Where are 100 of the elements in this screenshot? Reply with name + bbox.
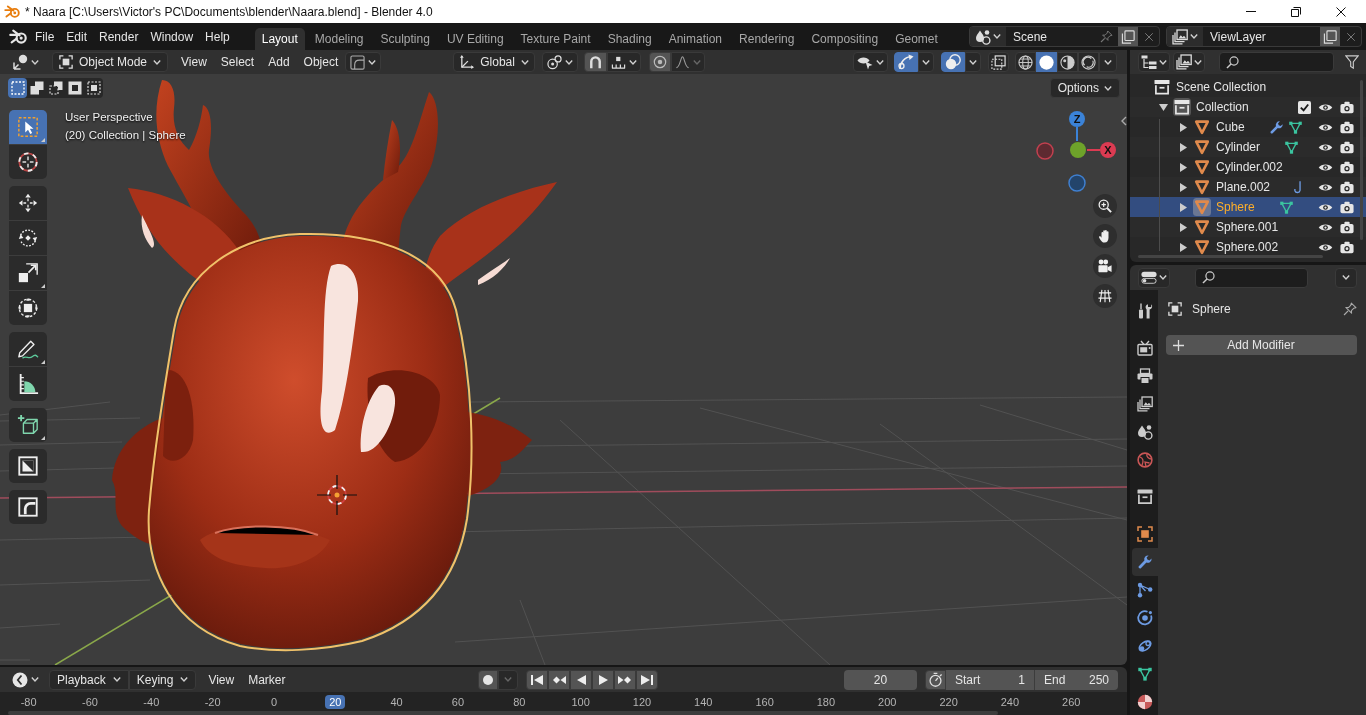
menu-item[interactable]: Window bbox=[144, 26, 200, 47]
ortho-toggle-button[interactable] bbox=[1093, 284, 1117, 308]
expand-arrow-icon[interactable] bbox=[1179, 162, 1187, 172]
workspace-tab[interactable]: Sculpting bbox=[373, 28, 437, 50]
preview-range-toggle[interactable] bbox=[925, 669, 946, 690]
filter-button[interactable] bbox=[1344, 52, 1360, 72]
gizmo-toggle[interactable] bbox=[894, 52, 918, 72]
workspace-tab[interactable]: Texture Paint bbox=[513, 28, 598, 50]
menu-item[interactable]: Render bbox=[93, 26, 145, 47]
hook-icon[interactable] bbox=[1294, 179, 1303, 195]
playback-button[interactable] bbox=[570, 669, 593, 690]
expand-arrow-icon[interactable] bbox=[1179, 222, 1187, 232]
mode-dropdown[interactable]: Object Mode bbox=[52, 52, 169, 72]
camera-icon[interactable] bbox=[1340, 140, 1354, 154]
tool-button[interactable] bbox=[9, 367, 47, 401]
menu-dropdown[interactable]: Keying bbox=[128, 669, 197, 690]
filter-dropdown[interactable] bbox=[1173, 52, 1205, 72]
camera-icon[interactable] bbox=[1340, 240, 1354, 254]
tool-button[interactable] bbox=[9, 221, 47, 255]
expand-arrow-icon[interactable] bbox=[1158, 103, 1168, 111]
shading-button[interactable] bbox=[1057, 52, 1078, 72]
start-frame-field[interactable]: Start 1 bbox=[946, 669, 1034, 690]
tool-button[interactable] bbox=[9, 256, 47, 290]
pin-icon[interactable] bbox=[1343, 302, 1357, 316]
negative-x-axis-handle[interactable] bbox=[1036, 142, 1054, 160]
search-field[interactable] bbox=[1219, 52, 1334, 72]
y-axis-handle[interactable] bbox=[1070, 142, 1086, 158]
menu-dropdown[interactable]: Playback bbox=[49, 669, 129, 690]
auto-keying-toggle[interactable] bbox=[478, 669, 499, 690]
shading-button[interactable] bbox=[1015, 52, 1036, 72]
tool-button[interactable] bbox=[9, 145, 47, 179]
menu-item[interactable]: View bbox=[201, 669, 242, 690]
current-frame-badge[interactable]: 20 bbox=[325, 695, 346, 709]
camera-icon[interactable] bbox=[1340, 220, 1354, 234]
tool-button[interactable] bbox=[9, 332, 47, 366]
options-dropdown[interactable]: Options bbox=[1049, 78, 1120, 98]
camera-icon[interactable] bbox=[1340, 180, 1354, 194]
workspace-tab[interactable]: UV Editing bbox=[439, 28, 511, 50]
menu-item[interactable]: Object bbox=[296, 52, 346, 72]
chevron-left-icon[interactable] bbox=[1121, 116, 1127, 126]
camera-icon[interactable] bbox=[1340, 160, 1354, 174]
current-frame-field[interactable]: 20 bbox=[844, 669, 917, 690]
camera-view-button[interactable] bbox=[1093, 254, 1117, 278]
mesh-triangle-icon[interactable] bbox=[1287, 119, 1303, 135]
select-mode-button[interactable] bbox=[8, 78, 27, 98]
overlay-toggle[interactable] bbox=[941, 52, 965, 72]
playback-button[interactable] bbox=[592, 669, 615, 690]
negative-z-axis-handle[interactable] bbox=[1068, 174, 1086, 192]
gizmo-dropdown[interactable] bbox=[918, 52, 934, 72]
checkbox-icon[interactable] bbox=[1298, 100, 1311, 114]
xray-toggle[interactable] bbox=[988, 52, 1009, 72]
workspace-tab[interactable]: Geomet bbox=[888, 28, 945, 50]
shading-button[interactable] bbox=[1036, 52, 1057, 72]
pan-button[interactable] bbox=[1093, 224, 1117, 248]
expand-arrow-icon[interactable] bbox=[1179, 242, 1187, 252]
workspace-tab[interactable]: Shading bbox=[600, 28, 659, 50]
camera-icon[interactable] bbox=[1340, 200, 1354, 214]
menu-item[interactable]: View bbox=[174, 52, 214, 72]
workspace-tab[interactable]: Rendering bbox=[732, 28, 802, 50]
workspace-tab[interactable]: Modeling bbox=[307, 28, 371, 50]
tool-button[interactable] bbox=[9, 408, 47, 442]
tool-button[interactable] bbox=[9, 291, 47, 325]
snap-toggle[interactable] bbox=[583, 52, 607, 72]
workspace-tab[interactable]: Animation bbox=[661, 28, 730, 50]
app-logo-icon[interactable] bbox=[9, 29, 27, 44]
shading-dropdown[interactable] bbox=[1099, 52, 1117, 72]
menu-item[interactable]: Add bbox=[261, 52, 297, 72]
playback-button[interactable] bbox=[614, 669, 637, 690]
proportional-toggle[interactable] bbox=[648, 52, 671, 72]
eye-icon[interactable] bbox=[1318, 181, 1333, 193]
menu-item[interactable]: Marker bbox=[241, 669, 293, 690]
workspace-tab[interactable]: Layout bbox=[254, 28, 305, 50]
tool-button[interactable] bbox=[9, 449, 47, 483]
menu-item[interactable]: Edit bbox=[60, 26, 94, 47]
workspace-tab[interactable]: Compositing bbox=[804, 28, 886, 50]
falloff-dropdown[interactable] bbox=[670, 52, 705, 72]
orientation-dropdown[interactable]: Global bbox=[453, 52, 535, 72]
playback-button[interactable] bbox=[526, 669, 549, 690]
pivot-dropdown[interactable] bbox=[541, 52, 578, 72]
playback-button[interactable] bbox=[548, 669, 571, 690]
display-mode-dropdown[interactable] bbox=[1138, 52, 1170, 72]
snap-target-dropdown[interactable] bbox=[606, 52, 641, 72]
eye-icon[interactable] bbox=[1318, 221, 1333, 233]
eye-icon[interactable] bbox=[1318, 241, 1333, 253]
eye-icon[interactable] bbox=[1318, 101, 1333, 113]
expand-arrow-icon[interactable] bbox=[1179, 122, 1187, 132]
eye-icon[interactable] bbox=[1318, 141, 1333, 153]
visibility-dropdown[interactable] bbox=[853, 52, 888, 72]
editor-type-button[interactable] bbox=[1138, 267, 1170, 288]
affect-dropdown[interactable] bbox=[345, 52, 382, 72]
overlay-dropdown[interactable] bbox=[965, 52, 981, 72]
select-mode-button[interactable] bbox=[84, 78, 103, 98]
menu-item[interactable]: Select bbox=[213, 52, 262, 72]
playback-button[interactable] bbox=[636, 669, 659, 690]
eye-icon[interactable] bbox=[1318, 201, 1333, 213]
zoom-button[interactable] bbox=[1093, 194, 1117, 218]
wrench-icon[interactable] bbox=[1268, 119, 1284, 135]
shading-button[interactable] bbox=[1078, 52, 1099, 72]
expand-arrow-icon[interactable] bbox=[1179, 202, 1187, 212]
menu-item[interactable]: File bbox=[29, 26, 61, 47]
